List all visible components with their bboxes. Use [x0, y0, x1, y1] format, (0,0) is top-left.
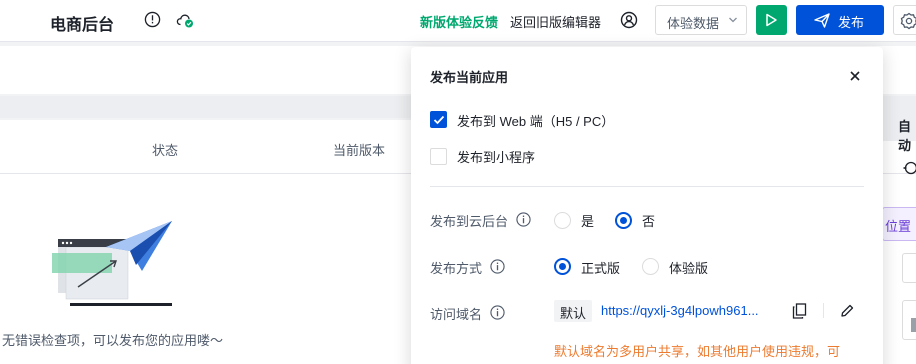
- settings-button[interactable]: [893, 5, 916, 35]
- right-panel-tab[interactable]: 自动: [883, 107, 916, 153]
- default-domain-tag-label: 默认: [560, 306, 587, 321]
- cloud-backend-no-radio[interactable]: [615, 212, 632, 229]
- cloud-backend-no-label: 否: [642, 214, 656, 229]
- edit-icon[interactable]: [840, 304, 854, 318]
- miniprogram-target-label: 发布到小程序: [457, 150, 536, 165]
- cloud-sync-icon[interactable]: [176, 12, 194, 28]
- position-chip-label: 位置: [885, 219, 912, 234]
- right-panel-tab-label: 自动: [898, 119, 912, 153]
- publish-mode-label: 发布方式: [430, 261, 483, 276]
- top-bar: 电商后台 新版体验反馈 返回旧版编辑器 体验数据 发布: [0, 0, 916, 42]
- send-icon: [814, 13, 830, 28]
- release-version-radio[interactable]: [554, 258, 571, 275]
- right-panel-box: [902, 253, 916, 283]
- web-target-label: 发布到 Web 端（H5 / PC）: [457, 114, 615, 129]
- refresh-icon[interactable]: [903, 160, 916, 176]
- info-icon[interactable]: [490, 259, 505, 274]
- back-to-old-editor-link[interactable]: 返回旧版编辑器: [510, 12, 601, 31]
- domain-warning-text: 默认域名为多用户共享，如其他用户使用违规，可: [554, 344, 841, 359]
- info-icon[interactable]: [516, 212, 531, 227]
- column-header-status: 状态: [152, 143, 179, 158]
- copy-icon[interactable]: [792, 303, 807, 319]
- publish-panel: 发布当前应用 发布到 Web 端（H5 / PC） 发布到小程序 发布到云后台 …: [411, 47, 883, 364]
- miniprogram-target-checkbox[interactable]: [430, 148, 447, 165]
- domain-label: 访问域名: [430, 307, 483, 322]
- cloud-backend-yes-label: 是: [581, 214, 595, 229]
- empty-state-illustration: [52, 221, 172, 306]
- release-version-label: 正式版: [581, 261, 621, 276]
- preview-run-button[interactable]: [756, 5, 787, 35]
- domain-url-link[interactable]: https://qyxlj-3g4lpowh961...: [601, 303, 771, 318]
- user-icon[interactable]: [620, 11, 638, 29]
- trial-version-label: 体验版: [669, 261, 709, 276]
- empty-state-message: 无错误检查项，可以发布您的应用喽～: [2, 333, 224, 348]
- close-icon[interactable]: [849, 70, 861, 82]
- publish-panel-title: 发布当前应用: [430, 70, 509, 85]
- env-select[interactable]: 体验数据: [655, 5, 747, 35]
- chevron-down-icon: [729, 17, 737, 23]
- gear-icon: [900, 12, 916, 30]
- app-title: 电商后台: [50, 17, 115, 34]
- env-select-value: 体验数据: [667, 16, 720, 31]
- cloud-backend-label: 发布到云后台: [430, 214, 509, 229]
- divider: [430, 186, 864, 187]
- cloud-backend-yes-radio[interactable]: [554, 212, 571, 229]
- position-chip[interactable]: 位置: [882, 207, 916, 241]
- column-header-version: 当前版本: [333, 143, 386, 158]
- scrollbar[interactable]: [911, 318, 916, 332]
- web-target-checkbox[interactable]: [430, 111, 447, 128]
- play-icon: [766, 13, 777, 27]
- default-domain-tag: 默认: [554, 300, 592, 322]
- feedback-link[interactable]: 新版体验反馈: [420, 12, 498, 31]
- info-icon[interactable]: [144, 11, 161, 28]
- divider: [823, 303, 824, 318]
- trial-version-radio[interactable]: [642, 258, 659, 275]
- info-icon[interactable]: [490, 305, 505, 320]
- publish-button[interactable]: 发布: [796, 5, 884, 35]
- publish-button-label: 发布: [838, 15, 865, 30]
- checkmark-icon: [433, 115, 445, 125]
